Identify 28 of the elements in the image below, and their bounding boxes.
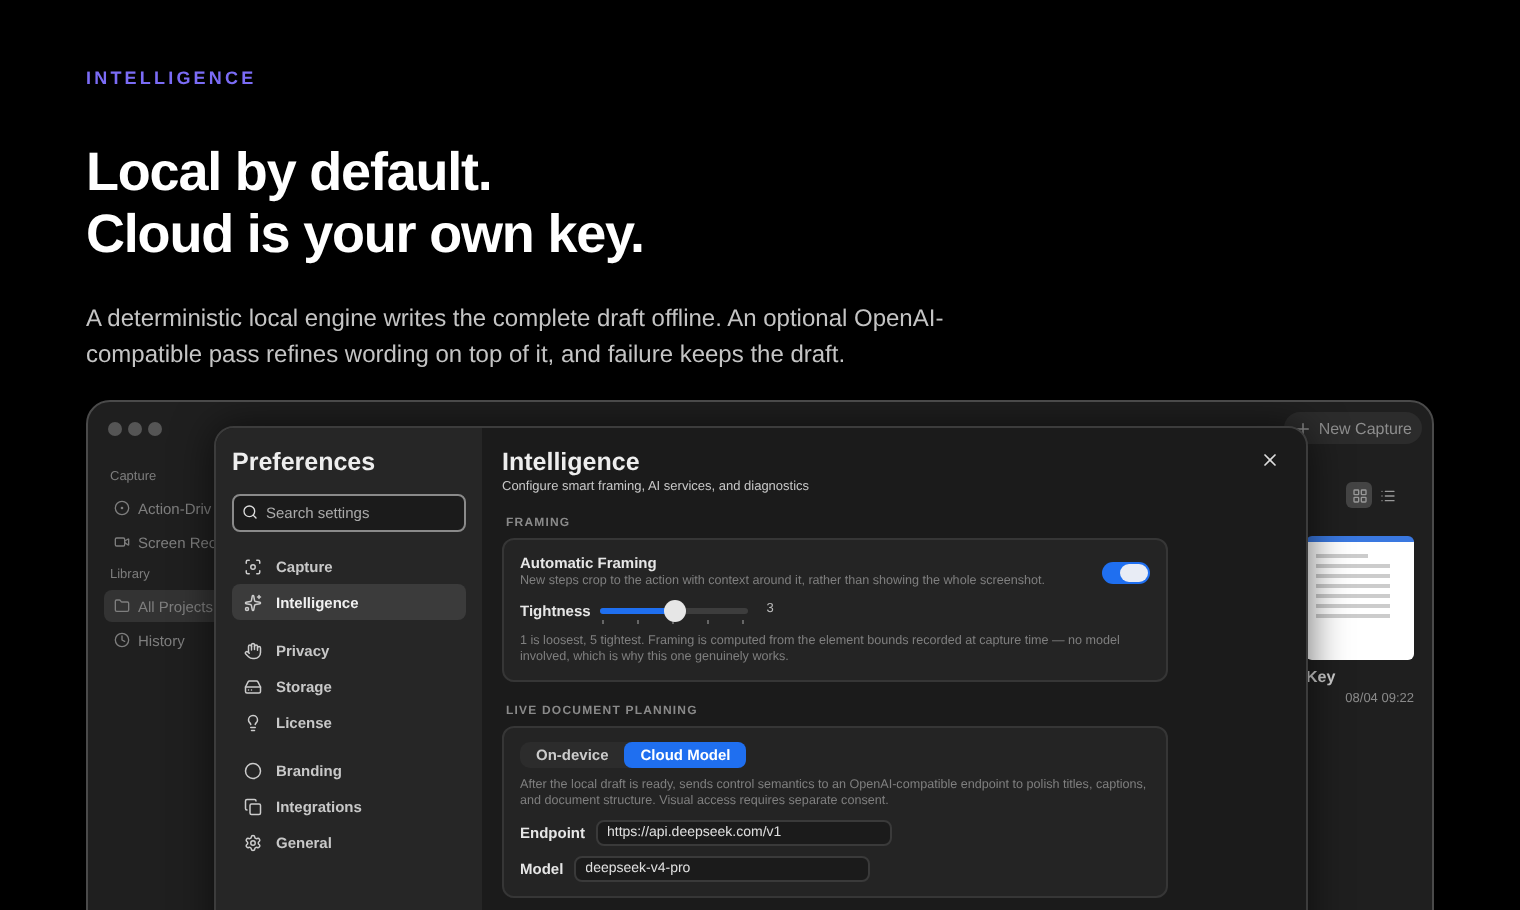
close-button[interactable] [1260,450,1280,470]
plus-icon [1294,419,1313,437]
list-icon [1379,487,1395,503]
lightbulb-icon [244,713,262,731]
document-thumbnail[interactable] [1306,536,1414,660]
grid-view-button[interactable] [1346,482,1372,508]
circle-icon [114,500,130,516]
headline: Local by default. [86,142,492,204]
new-capture-button[interactable]: New Capture [1284,412,1422,444]
hand-icon [244,641,262,659]
headline: Cloud is your own key. [86,204,644,266]
slider-thumb[interactable] [664,600,687,622]
sparkles-icon [244,593,262,611]
circle-icon [244,761,262,779]
focus-icon [244,557,262,575]
clock-icon [114,632,130,648]
dialog-title: Preferences [232,448,376,476]
folder-icon [114,598,130,614]
copy-icon [244,797,262,815]
search-icon [242,504,258,520]
section-eyebrow: INTELLIGENCE [86,66,259,90]
settings-icon [244,833,262,851]
page-title: Intelligence [502,448,640,476]
drive-icon [244,677,262,695]
video-camera-icon [114,534,130,550]
intro-paragraph: A deterministic local engine writes the complete draft offline. An optional OpenAI-compatible pass refines wording on top of it, and failure keeps the draft. [86,302,946,372]
grid-icon [1351,487,1367,503]
toggle-switch[interactable] [1102,561,1150,583]
